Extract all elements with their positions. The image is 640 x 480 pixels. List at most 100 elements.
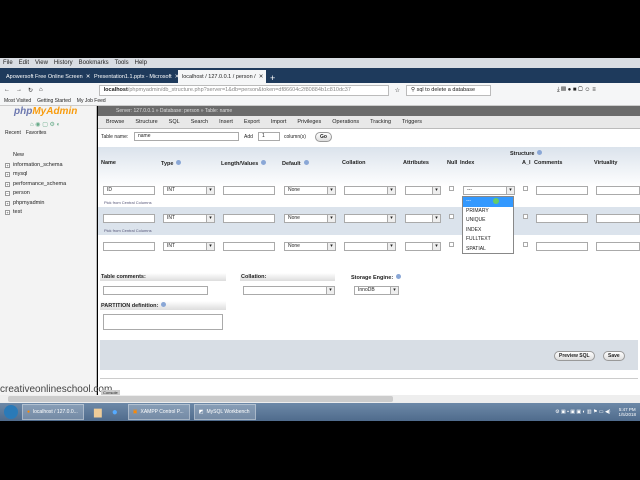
default-select[interactable]: None [284,214,336,223]
tray-icons[interactable]: ⚙ ▣ ▪ ▣ ▣ ◐ ▥ ⚑ ▭ ◀) [555,409,610,415]
virtuality-select[interactable] [596,214,640,223]
browser-tab[interactable]: Apowersoft Free Online Screen ✕ [2,70,90,83]
type-select[interactable]: INT [163,242,215,251]
sidebar-quick-icons[interactable]: ⌂ ◉ ▢ ⚙ ◐ [30,121,60,128]
new-tab-icon[interactable]: + [270,73,275,83]
attributes-select[interactable] [405,186,441,195]
tab-export[interactable]: Export [244,119,260,125]
length-input[interactable] [223,186,275,195]
default-select[interactable]: None [284,242,336,251]
bookmark-most-visited[interactable]: Most Visited [4,98,31,104]
comments-input[interactable] [536,186,588,195]
null-checkbox[interactable] [449,186,454,191]
column-name-input[interactable] [103,214,155,223]
length-input[interactable] [223,242,275,251]
ai-checkbox[interactable] [523,186,528,191]
toolbar-icons[interactable]: ⤓ ▥ ● ■ ▢ ☺ ≡ [557,87,596,94]
menu-help[interactable]: Help [135,60,147,66]
partition-textarea[interactable] [103,314,223,330]
tab-import[interactable]: Import [271,119,287,125]
tab-insert[interactable]: Insert [219,119,233,125]
type-select[interactable]: INT [163,214,215,223]
comments-input[interactable] [536,242,588,251]
null-checkbox[interactable] [449,214,454,219]
browser-tab-active[interactable]: localhost / 127.0.0.1 / person / ✕ [178,70,266,83]
virtuality-select[interactable] [596,242,640,251]
tab-tracking[interactable]: Tracking [370,119,391,125]
default-select[interactable]: None [284,186,336,195]
search-input[interactable]: ⚲ sql to delete a database [406,84,492,96]
column-name-input[interactable]: ID [103,186,155,195]
tab-favorites[interactable]: Favorites [26,130,47,136]
collation-select[interactable] [344,214,396,223]
tab-operations[interactable]: Operations [332,119,359,125]
index-option[interactable]: PRIMARY [463,207,513,217]
taskbar-mysql-workbench[interactable]: ◩ MySQL Workbench [193,404,256,420]
home-icon[interactable]: ⌂ [39,87,43,93]
menu-view[interactable]: View [35,60,48,66]
ai-checkbox[interactable] [523,242,528,247]
menu-history[interactable]: History [54,60,73,66]
index-option[interactable]: FULLTEXT [463,235,513,245]
index-option[interactable]: --- [463,197,513,207]
tab-search[interactable]: Search [191,119,208,125]
horizontal-scrollbar[interactable] [0,395,640,403]
forward-icon[interactable]: → [16,87,22,93]
tree-item[interactable]: New [5,151,66,161]
table-comments-input[interactable] [103,286,208,295]
clock[interactable]: 5:47 PM 1/5/2018 [614,407,640,417]
reload-icon[interactable]: ↻ [28,87,33,94]
pma-logo[interactable]: phpMyAdmin [14,106,77,117]
index-option[interactable]: UNIQUE [463,216,513,226]
comments-input[interactable] [536,214,588,223]
preview-sql-button[interactable]: Preview SQL [554,351,595,361]
menu-tools[interactable]: Tools [115,60,129,66]
table-collation-select[interactable] [243,286,335,295]
back-icon[interactable]: ← [4,87,10,93]
column-name-input[interactable] [103,242,155,251]
length-input[interactable] [223,214,275,223]
table-name-input[interactable]: name [134,132,239,141]
bookmark-star-icon[interactable]: ☆ [395,87,400,94]
save-button[interactable]: Save [603,351,625,361]
taskbar-firefox[interactable]: ● localhost / 127.0.0... [22,404,84,420]
menu-bookmarks[interactable]: Bookmarks [79,60,109,66]
index-select[interactable]: --- [463,186,515,195]
breadcrumb[interactable]: Server: 127.0.0.1 » Database: person » T… [98,106,640,116]
null-checkbox[interactable] [449,242,454,247]
menu-edit[interactable]: Edit [19,60,29,66]
attributes-select[interactable] [405,214,441,223]
close-icon[interactable]: ✕ [259,74,264,80]
tab-browse[interactable]: Browse [106,119,124,125]
storage-engine-select[interactable]: InnoDB [354,286,399,295]
collation-select[interactable] [344,186,396,195]
add-columns-stepper[interactable]: 1 [258,132,280,141]
tree-item[interactable]: + performance_schema [5,180,66,190]
tab-structure[interactable]: Structure [135,119,157,125]
ai-checkbox[interactable] [523,214,528,219]
tree-item[interactable]: + phpmyadmin [5,199,66,209]
index-option[interactable]: SPATIAL [463,245,513,255]
tab-sql[interactable]: SQL [169,119,180,125]
bookmark-getting-started[interactable]: Getting Started [37,98,71,104]
tab-recent[interactable]: Recent [5,130,21,136]
go-button[interactable]: Go [315,132,332,142]
menu-file[interactable]: File [3,60,13,66]
app-icon[interactable]: ● [112,407,118,418]
tree-item[interactable]: + test [5,208,66,218]
tree-item[interactable]: − person [5,189,66,199]
pick-central-columns-link[interactable]: Pick from Central Columns [104,228,152,233]
collation-select[interactable] [344,242,396,251]
attributes-select[interactable] [405,242,441,251]
start-button[interactable] [4,405,18,419]
url-input[interactable]: localhost/phpmyadmin/db_structure.php?se… [98,84,389,96]
virtuality-select[interactable] [596,186,640,195]
tree-item[interactable]: + information_schema [5,161,66,171]
bookmark-job-feed[interactable]: My Job Feed [77,98,106,104]
taskbar-xampp[interactable]: ▣ XAMPP Control P... [127,404,190,420]
tab-triggers[interactable]: Triggers [402,119,422,125]
type-select[interactable]: INT [163,186,215,195]
index-option[interactable]: INDEX [463,226,513,236]
explorer-icon[interactable]: ▆ [94,407,102,418]
tree-item[interactable]: + mysql [5,170,66,180]
